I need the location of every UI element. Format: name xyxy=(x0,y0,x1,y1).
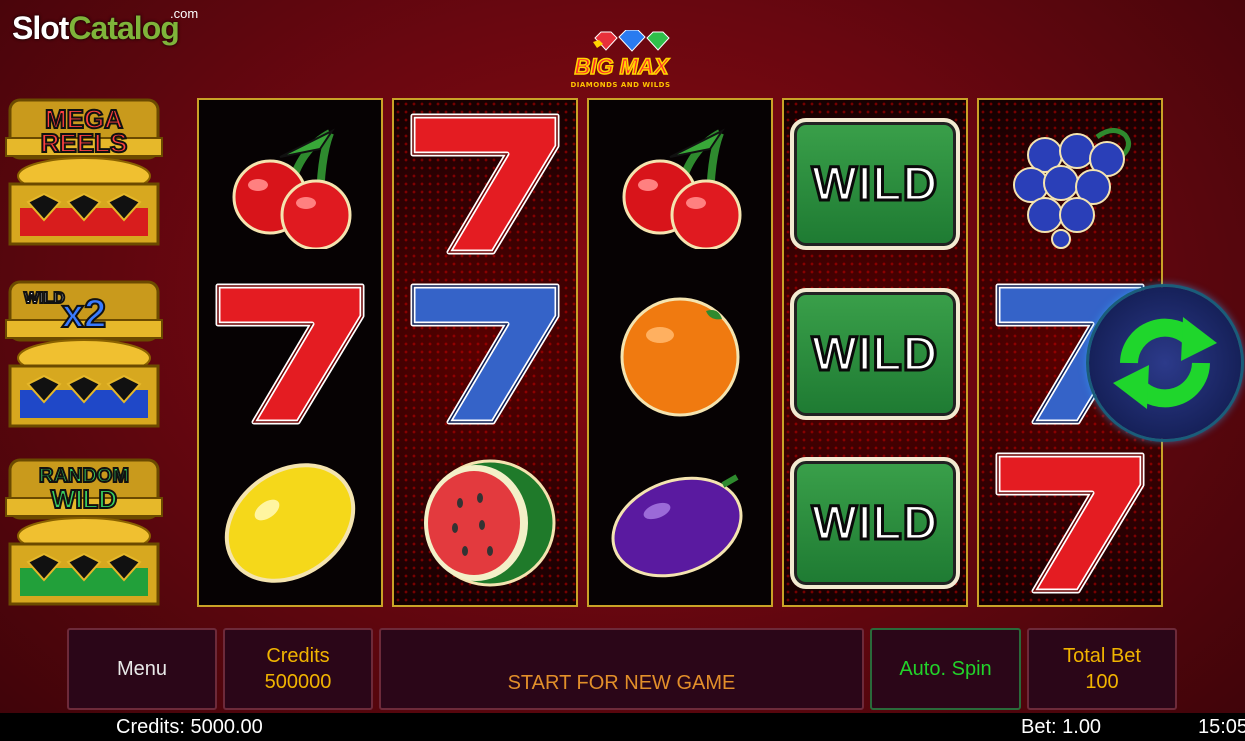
feature-title: RANDOM xyxy=(38,465,130,487)
wild-label: WILD xyxy=(810,495,939,551)
reel-3 xyxy=(587,98,773,607)
reel-2 xyxy=(392,98,578,607)
seven-red-icon xyxy=(410,113,560,254)
mega-reels-feature: MEGA REELS xyxy=(4,98,164,248)
logo-subtitle: DIAMONDS AND WILDS xyxy=(570,81,671,89)
symbol-plum xyxy=(589,439,771,605)
wild-symbol: WILD xyxy=(790,288,960,420)
lemon-icon xyxy=(224,463,356,583)
symbol-seven-red xyxy=(394,100,576,268)
total-bet-value: 100 xyxy=(1085,671,1119,693)
feature-subtitle: REELS xyxy=(40,128,129,158)
symbol-seven-blue xyxy=(394,270,576,438)
status-bar: Credits: 5000.00 Bet: 1.00 15:05 xyxy=(0,713,1245,741)
wild-x2-feature: WILD x2 xyxy=(4,280,164,430)
spin-button[interactable] xyxy=(1089,287,1241,439)
symbol-wild: WILD xyxy=(784,439,966,605)
symbol-orange xyxy=(589,270,771,438)
reel-1 xyxy=(197,98,383,607)
auto-spin-button[interactable]: Auto. Spin xyxy=(870,628,1021,710)
symbol-cherry xyxy=(589,100,771,268)
symbol-watermelon xyxy=(394,439,576,605)
wild-label: WILD xyxy=(810,326,939,382)
reel-4: WILD WILD WILD xyxy=(782,98,968,607)
seven-red-icon xyxy=(995,452,1145,593)
credits-value: 500000 xyxy=(264,671,332,693)
seven-red-icon xyxy=(215,283,365,424)
cherry-icon xyxy=(622,128,742,249)
wild-symbol: WILD xyxy=(790,118,960,250)
status-time: 15:05 xyxy=(1198,716,1245,738)
symbol-grapes xyxy=(979,100,1161,268)
credits-label: Credits xyxy=(266,645,330,667)
cherry-icon xyxy=(232,128,352,249)
credits-display: Credits 500000 xyxy=(223,628,373,710)
menu-button[interactable]: Menu xyxy=(67,628,217,710)
random-wild-feature: RANDOM WILD xyxy=(4,458,164,608)
total-bet-button[interactable]: Total Bet 100 xyxy=(1027,628,1177,710)
status-bet: Bet: 1.00 xyxy=(1021,716,1102,738)
wild-symbol: WILD xyxy=(790,457,960,589)
slotcatalog-watermark: SlotCatalog .com xyxy=(12,6,199,46)
status-message: START FOR NEW GAME xyxy=(507,672,736,694)
message-display: START FOR NEW GAME xyxy=(379,628,864,710)
refresh-arrows-icon xyxy=(1113,317,1217,409)
status-credits: Credits: 5000.00 xyxy=(116,716,263,738)
symbol-cherry xyxy=(199,100,381,268)
logo-title: BIG MAX xyxy=(574,53,670,80)
symbol-wild: WILD xyxy=(784,270,966,438)
symbol-seven-red xyxy=(199,270,381,438)
orange-icon xyxy=(620,297,740,417)
diamonds-icon xyxy=(593,30,670,52)
feature-subtitle: WILD xyxy=(50,484,118,514)
plum-icon xyxy=(611,474,743,578)
grapes-icon xyxy=(1013,128,1131,249)
total-bet-label: Total Bet xyxy=(1063,645,1141,667)
game-logo: BIG MAX DIAMONDS AND WILDS xyxy=(553,30,688,96)
symbol-lemon xyxy=(199,439,381,605)
watermelon-icon xyxy=(424,459,556,587)
wild-label: WILD xyxy=(810,156,939,212)
feature-subtitle: x2 xyxy=(61,292,108,336)
symbol-seven-red xyxy=(979,439,1161,605)
seven-blue-icon xyxy=(410,283,560,424)
symbol-wild: WILD xyxy=(784,100,966,268)
